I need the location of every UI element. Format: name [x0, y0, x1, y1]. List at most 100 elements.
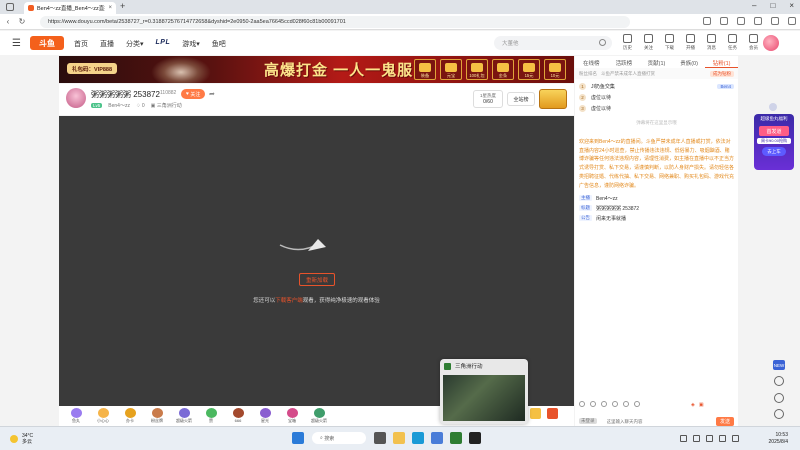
menu-icon[interactable]: ☰	[12, 38, 21, 49]
extensions-icon[interactable]	[720, 17, 728, 25]
tab-diamond-fans[interactable]: 钻粉(1)	[705, 56, 738, 68]
color-icon[interactable]	[601, 401, 607, 407]
task-button[interactable]: 任务	[725, 34, 740, 51]
anchor-avatar[interactable]	[66, 88, 86, 108]
lock-icon[interactable]: ▣	[699, 402, 704, 408]
nav-category[interactable]: 分类▾	[126, 39, 144, 49]
gift-item[interactable]: 宝箱	[283, 407, 301, 425]
close-window-icon[interactable]: ×	[789, 1, 794, 10]
gift-record-icon[interactable]	[612, 401, 618, 407]
promo-week-card: 周卡¥0.00抢购	[757, 138, 791, 144]
nav-lpl[interactable]: LPL	[156, 39, 171, 49]
refresh-icon[interactable]: ↻	[16, 17, 28, 26]
tray-up-icon[interactable]	[680, 435, 687, 442]
gift-item[interactable]: 超级火箭	[310, 407, 328, 425]
gift-item[interactable]: 超级火箭	[175, 407, 193, 425]
input-method-icon[interactable]	[693, 435, 700, 442]
windows-start-icon[interactable]	[292, 432, 304, 444]
history-button[interactable]: 历史	[620, 34, 635, 51]
favorites-icon[interactable]	[737, 17, 745, 25]
fullsite-rank-button[interactable]: 全站榜	[507, 92, 535, 106]
close-tab-icon[interactable]: ×	[108, 5, 112, 11]
profile-icon[interactable]	[771, 17, 779, 25]
list-item[interactable]: 1 JI奶鱼交集 Ben4	[579, 81, 734, 92]
chat-input[interactable]	[600, 416, 712, 426]
file-explorer-icon[interactable]	[393, 432, 405, 444]
tab-noble[interactable]: 贵族(0)	[673, 56, 706, 68]
promo-board-button[interactable]: 去上车	[762, 147, 786, 156]
gift-item[interactable]: 粉丝牌	[148, 407, 166, 425]
collections-icon[interactable]	[754, 17, 762, 25]
download-client-link[interactable]: 下载客户端	[275, 298, 303, 304]
feedback-icon[interactable]	[774, 409, 784, 419]
collapse-float-icon[interactable]	[769, 103, 777, 111]
follow-button[interactable]: 关注	[641, 34, 656, 51]
minimize-icon[interactable]: –	[752, 1, 756, 10]
back-icon[interactable]: ‹	[2, 17, 14, 26]
gift-item[interactable]: 星光	[256, 407, 274, 425]
backpack-icon[interactable]	[530, 408, 541, 419]
share-icon[interactable]: ➦	[209, 90, 215, 98]
tab-actions-icon[interactable]	[6, 3, 14, 11]
more-menu-icon[interactable]	[788, 17, 796, 25]
ad-banner[interactable]: 礼包码：VIP888 高爆打金 一人一鬼服 装备 元宝 100礼包 金条 15元…	[59, 56, 574, 83]
gift-item[interactable]: 鱼丸	[67, 407, 85, 425]
settings-float-icon[interactable]	[774, 393, 784, 403]
hot-word-icon[interactable]: ◈	[691, 402, 695, 408]
tab-contribution[interactable]: 贡献(1)	[640, 56, 673, 68]
member-button[interactable]: 会员	[746, 34, 761, 51]
maximize-icon[interactable]: □	[770, 1, 775, 10]
login-level-badge[interactable]: 未登录	[579, 418, 597, 424]
message-button[interactable]: 消息	[704, 34, 719, 51]
hot-rank-box[interactable]: 1星热度 0/60	[473, 90, 503, 108]
nav-fishbar[interactable]: 鱼吧	[212, 39, 226, 49]
search-input[interactable]: 大董他	[494, 36, 612, 50]
shield-icon[interactable]	[623, 401, 629, 407]
settings-icon[interactable]	[634, 401, 640, 407]
search-icon[interactable]	[599, 39, 606, 46]
gift-item[interactable]: 办卡	[121, 407, 139, 425]
gift-bag-icon[interactable]	[539, 89, 567, 109]
douyu-logo[interactable]: 斗鱼	[30, 36, 64, 50]
gift-item[interactable]: 小心心	[94, 407, 112, 425]
anchor-name[interactable]: Ben4～zz	[108, 102, 130, 109]
fan-card-icon[interactable]	[590, 401, 596, 407]
clock[interactable]: 10:53 2025/8/4	[756, 432, 788, 446]
battery-icon[interactable]	[732, 435, 739, 442]
wifi-icon[interactable]	[706, 435, 713, 442]
store-icon[interactable]	[431, 432, 443, 444]
edge-icon[interactable]	[412, 432, 424, 444]
delta-force-app-icon[interactable]	[450, 432, 462, 444]
nav-home[interactable]: 首页	[74, 39, 88, 49]
taskbar-window-preview[interactable]: 三角洲行动	[440, 359, 528, 424]
become-diamond-fan-button[interactable]: 成为钻粉	[710, 70, 734, 77]
url-input[interactable]: https://www.douyu.com/beta/2538727_r=0.3…	[40, 16, 630, 28]
new-badge-icon[interactable]: NEW	[773, 360, 785, 370]
gift-item[interactable]: 赞	[202, 407, 220, 425]
app-icon[interactable]	[469, 432, 481, 444]
category-link[interactable]: ▣ 三角洲行动	[151, 102, 182, 109]
tab-active-rank[interactable]: 活跃榜	[608, 56, 641, 68]
nav-live[interactable]: 直播	[100, 39, 114, 49]
recharge-icon[interactable]	[547, 408, 558, 419]
browser-tab[interactable]: Ben4～zz直播_Ben4～zz直播_Be... ×	[24, 2, 116, 14]
tab-online-rank[interactable]: 在线榜	[575, 56, 608, 68]
open-stream-button[interactable]: 开播	[683, 34, 698, 51]
gift-item[interactable]: 666	[229, 407, 247, 425]
promo-widget[interactable]: 超级鱼丸福利 首发道 周卡¥0.00抢购 去上车	[754, 114, 794, 170]
download-label: 下载	[665, 45, 674, 50]
nav-game[interactable]: 游戏▾	[182, 39, 200, 49]
volume-icon[interactable]	[719, 435, 726, 442]
new-tab-button[interactable]: +	[120, 1, 125, 11]
send-button[interactable]: 发送	[715, 416, 734, 426]
task-view-icon[interactable]	[374, 432, 386, 444]
taskbar-search[interactable]: ⌕ 搜索	[312, 432, 366, 444]
follow-button[interactable]: ♥ 关注	[181, 89, 206, 99]
download-button[interactable]: 下载	[662, 34, 677, 51]
emoji-icon[interactable]	[579, 401, 585, 407]
replay-icon[interactable]	[774, 376, 784, 386]
user-avatar[interactable]	[763, 35, 779, 51]
bookmark-icon[interactable]	[703, 17, 711, 25]
weather-widget[interactable]: 34°C 多云	[10, 433, 33, 445]
reload-button[interactable]: 重新加载	[299, 273, 335, 286]
